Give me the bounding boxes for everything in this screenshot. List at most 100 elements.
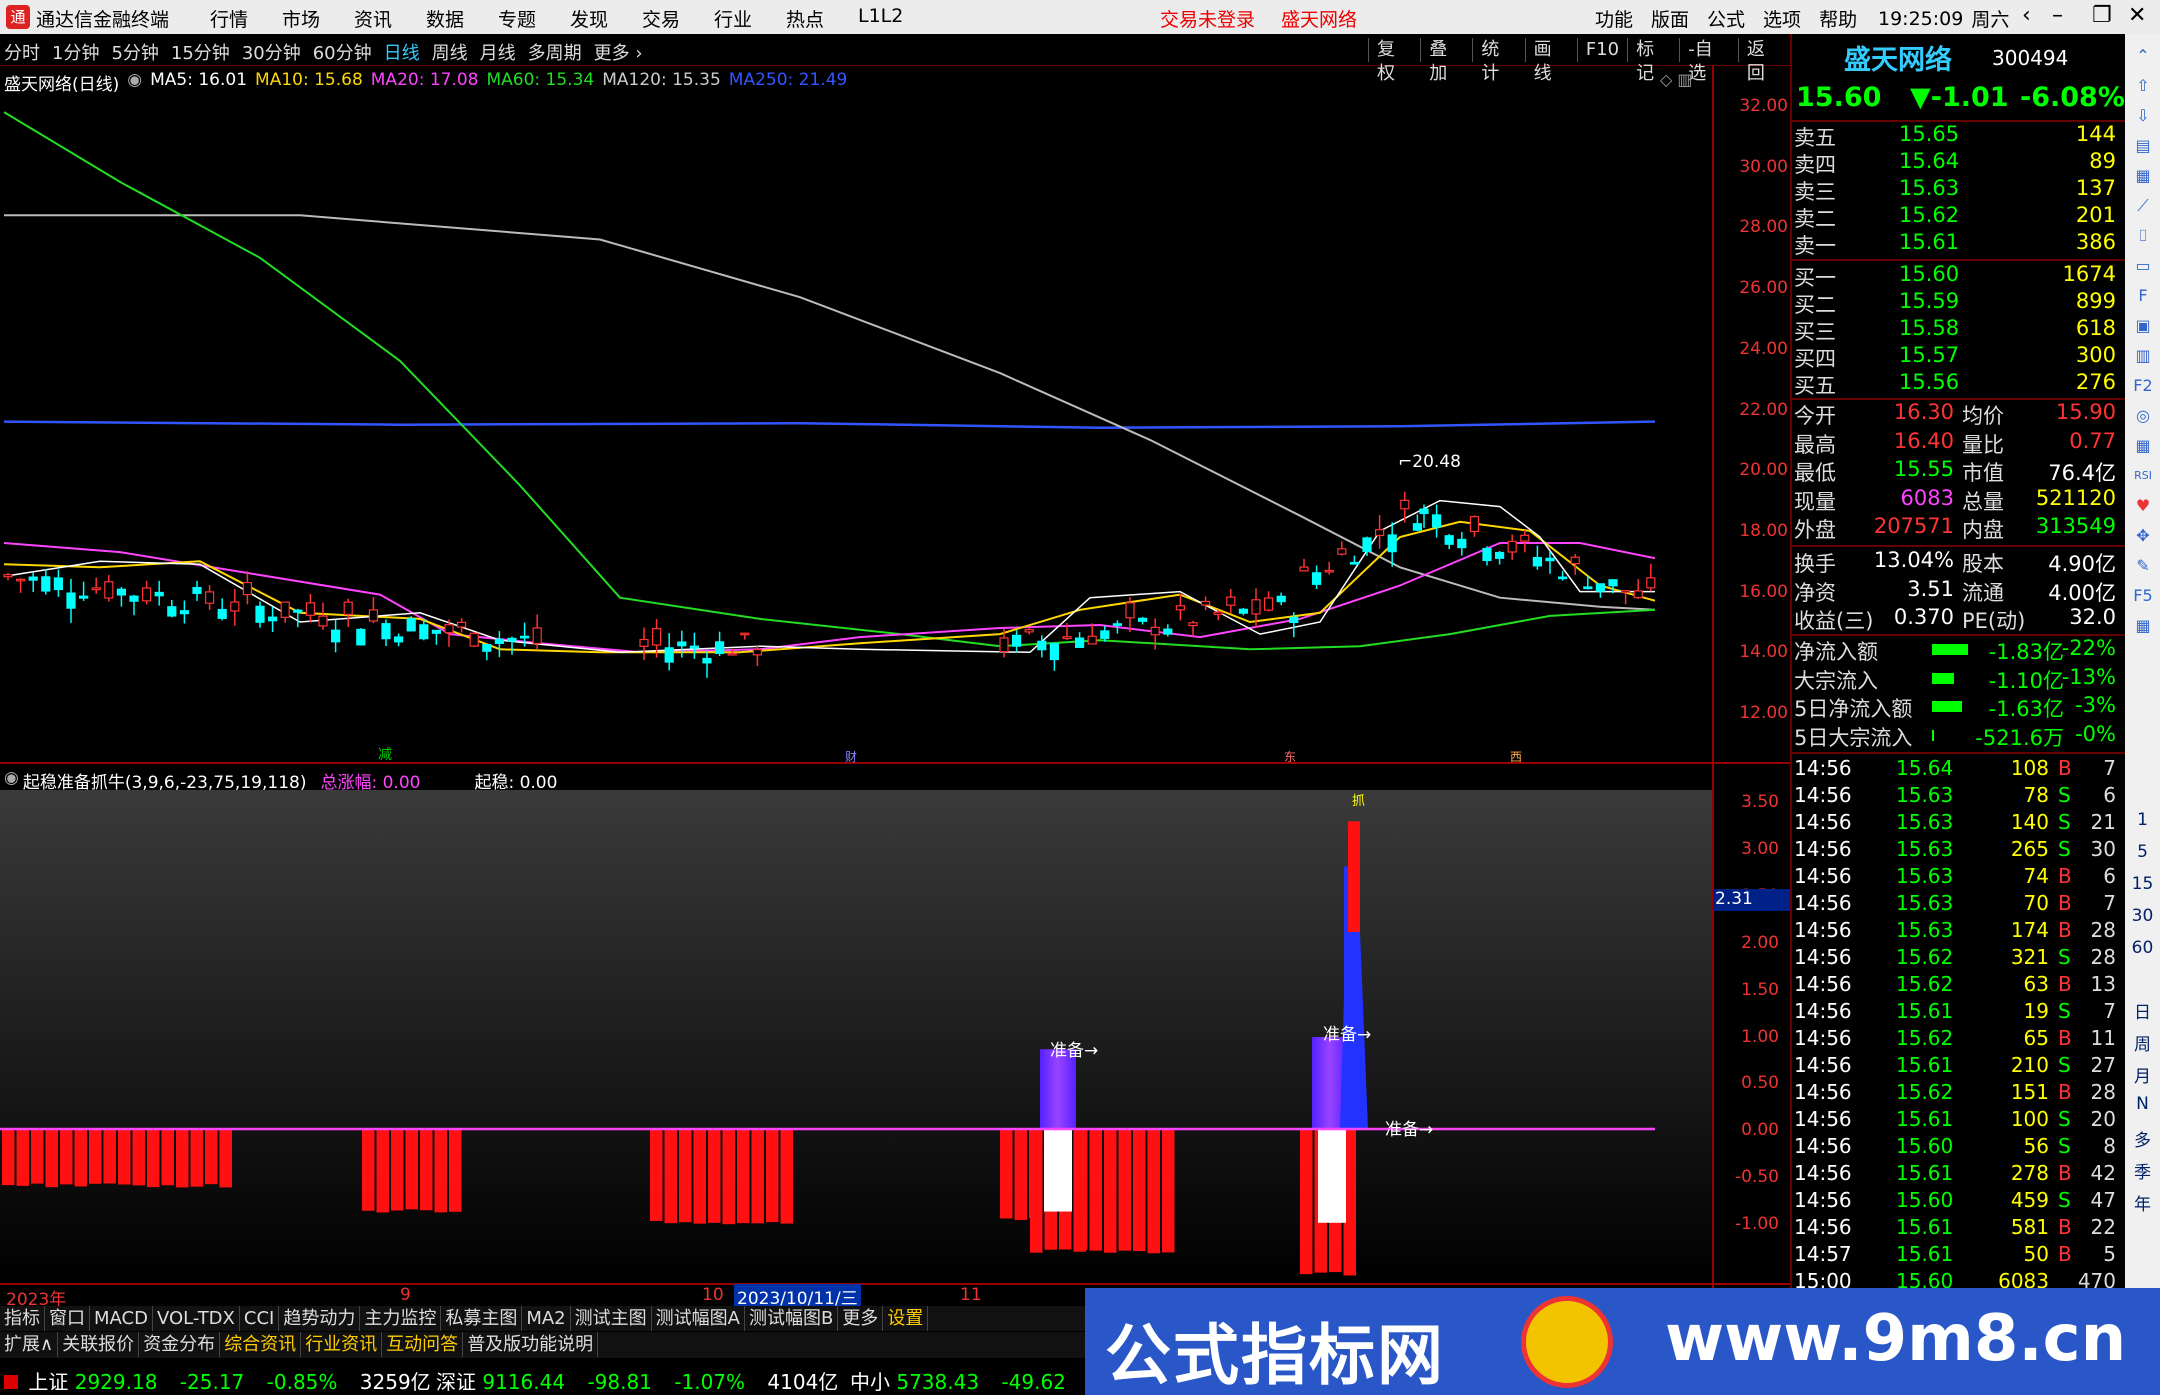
period-tab[interactable]: 60分钟 xyxy=(313,39,372,65)
move-icon[interactable]: ✥ xyxy=(2131,524,2155,548)
tool-button[interactable]: 统计 xyxy=(1472,38,1524,62)
period-tab[interactable]: 分时 xyxy=(4,39,40,65)
legend-toggle-icon[interactable]: ◉ xyxy=(127,70,142,95)
period-shortcut[interactable]: 年 xyxy=(2125,1190,2160,1215)
menu-options[interactable]: 选项 xyxy=(1763,5,1801,32)
menu-item[interactable]: 热点 xyxy=(786,5,858,32)
indicator-tab[interactable]: MACD xyxy=(90,1306,153,1331)
index-shenzhen[interactable]: 深证 9116.44 -98.81 -1.07% 4104亿 xyxy=(436,1366,838,1395)
chart-area[interactable] xyxy=(0,66,1790,1306)
info-tab[interactable]: 资金分布 xyxy=(139,1332,220,1357)
indicator-tab[interactable]: 更多 xyxy=(838,1306,883,1331)
tool-button[interactable]: 画线 xyxy=(1525,38,1577,62)
tick-row[interactable]: 14:56 15.62 151 B 28 xyxy=(1794,1080,2124,1107)
chart-icon[interactable]: ⟋ xyxy=(2131,194,2155,218)
down-icon[interactable]: ⇩ xyxy=(2131,104,2155,128)
period-shortcut[interactable]: 日 xyxy=(2125,998,2160,1023)
tick-row[interactable]: 14:56 15.61 210 S 27 xyxy=(1794,1053,2124,1080)
tool-button[interactable]: 标记 xyxy=(1627,38,1679,62)
tick-row[interactable]: 14:56 15.61 278 B 42 xyxy=(1794,1161,2124,1188)
indicator-tab[interactable]: 趋势动力 xyxy=(279,1306,360,1331)
order-book-row[interactable]: 卖五 15.65 144 xyxy=(1794,122,2124,149)
tick-row[interactable]: 14:56 15.61 100 S 20 xyxy=(1794,1107,2124,1134)
period-tab[interactable]: 1分钟 xyxy=(52,39,99,65)
pane-collapse-icon[interactable]: ◇ ▥ xyxy=(1660,70,1693,89)
menu-formula[interactable]: 公式 xyxy=(1707,5,1745,32)
indicator-tab[interactable]: 指标 xyxy=(0,1306,45,1331)
page-icon[interactable]: ▣ xyxy=(2131,314,2155,338)
info-tab[interactable]: 综合资讯 xyxy=(220,1332,301,1357)
info-tab[interactable]: 关联报价 xyxy=(58,1332,139,1357)
indicator-tab[interactable]: 私募主图 xyxy=(441,1306,522,1331)
period-shortcut[interactable]: 15 xyxy=(2125,874,2160,894)
tick-row[interactable]: 14:56 15.64 108 B 7 xyxy=(1794,756,2124,783)
menu-item[interactable]: 行业 xyxy=(714,5,786,32)
pen-icon[interactable]: ✎ xyxy=(2131,554,2155,578)
indicator-tab[interactable]: VOL-TDX xyxy=(153,1306,240,1331)
period-shortcut[interactable]: 多 xyxy=(2125,1126,2160,1151)
order-book-row[interactable]: 卖四 15.64 89 xyxy=(1794,149,2124,176)
trade-login-status[interactable]: 交易未登录 xyxy=(1160,5,1255,32)
tick-row[interactable]: 14:56 15.62 63 B 13 xyxy=(1794,972,2124,999)
tool-button[interactable]: F10 xyxy=(1577,38,1627,62)
indicator-tab[interactable]: MA2 xyxy=(522,1306,570,1331)
up-icon[interactable]: ⇧ xyxy=(2131,74,2155,98)
menu-item[interactable]: 资讯 xyxy=(354,5,426,32)
order-book-row[interactable]: 买一 15.60 1674 xyxy=(1794,262,2124,289)
grid-icon[interactable]: ▦ xyxy=(2131,164,2155,188)
list-icon[interactable]: ▤ xyxy=(2131,134,2155,158)
period-shortcut[interactable]: 1 xyxy=(2125,810,2160,830)
tick-row[interactable]: 14:56 15.63 74 B 6 xyxy=(1794,864,2124,891)
period-shortcut[interactable]: 周 xyxy=(2125,1030,2160,1055)
tick-row[interactable]: 14:56 15.63 140 S 21 xyxy=(1794,810,2124,837)
tool-button[interactable]: 返回 xyxy=(1738,38,1790,62)
grid2-icon[interactable]: ▦ xyxy=(2131,434,2155,458)
order-book-row[interactable]: 买二 15.59 899 xyxy=(1794,289,2124,316)
period-shortcut[interactable]: 5 xyxy=(2125,842,2160,862)
heart-icon[interactable]: ♥ xyxy=(2131,494,2155,518)
indicator-toggle-icon[interactable]: ◉ xyxy=(4,768,19,793)
indicator-tab[interactable]: 窗口 xyxy=(45,1306,90,1331)
period-tab[interactable]: 30分钟 xyxy=(242,39,301,65)
period-shortcut[interactable]: 60 xyxy=(2125,938,2160,958)
indicator-tab[interactable]: 测试幅图B xyxy=(745,1306,838,1331)
order-book-row[interactable]: 买四 15.57 300 xyxy=(1794,343,2124,370)
indicator-title[interactable]: 起稳准备抓牛(3,9,6,-23,75,19,118) xyxy=(23,768,307,793)
tool-button[interactable]: 复权 xyxy=(1368,38,1420,62)
period-shortcut[interactable]: N xyxy=(2125,1094,2160,1114)
stock-name[interactable]: 盛天网络 xyxy=(1844,38,1952,77)
menu-item[interactable]: 市场 xyxy=(282,5,354,32)
menu-item[interactable]: 交易 xyxy=(642,5,714,32)
indicator-tab[interactable]: 主力监控 xyxy=(360,1306,441,1331)
menu-help[interactable]: 帮助 xyxy=(1819,5,1857,32)
circle-icon[interactable]: ◎ xyxy=(2131,404,2155,428)
info-tab[interactable]: 互动问答 xyxy=(382,1332,463,1357)
tool-button[interactable]: 叠加 xyxy=(1420,38,1472,62)
info-tab[interactable]: 普及版功能说明 xyxy=(463,1332,598,1357)
event-marker[interactable]: 减 xyxy=(378,744,392,764)
period-tab[interactable]: 15分钟 xyxy=(171,39,230,65)
period-shortcut[interactable]: 月 xyxy=(2125,1062,2160,1087)
menu-layout[interactable]: 版面 xyxy=(1651,5,1689,32)
menu-item[interactable]: 数据 xyxy=(426,5,498,32)
restore-icon[interactable]: ❐ xyxy=(2092,3,2112,28)
order-book-row[interactable]: 卖二 15.62 201 xyxy=(1794,203,2124,230)
period-shortcut[interactable]: 30 xyxy=(2125,906,2160,926)
tick-row[interactable]: 14:56 15.63 70 B 7 xyxy=(1794,891,2124,918)
news-icon[interactable]: ▥ xyxy=(2131,344,2155,368)
index-shanghai[interactable]: 上证 2929.18 -25.17 -0.85% 3259亿 xyxy=(4,1366,431,1395)
order-book-row[interactable]: 买三 15.58 618 xyxy=(1794,316,2124,343)
order-book-row[interactable]: 卖一 15.61 386 xyxy=(1794,230,2124,257)
tick-row[interactable]: 14:56 15.63 174 B 28 xyxy=(1794,918,2124,945)
close-icon[interactable]: ✕ xyxy=(2128,3,2146,28)
indicator-tab[interactable]: 测试幅图A xyxy=(652,1306,745,1331)
doc-icon[interactable]: ▭ xyxy=(2131,254,2155,278)
up-arrow-icon[interactable]: ⌃ xyxy=(2131,44,2155,68)
order-book-row[interactable]: 卖三 15.63 137 xyxy=(1794,176,2124,203)
indicator-tab[interactable]: CCI xyxy=(240,1306,279,1331)
period-tab[interactable]: 月线 xyxy=(480,39,516,65)
event-marker[interactable]: 东 xyxy=(1284,748,1296,765)
menu-item[interactable]: L1L2 xyxy=(858,5,930,32)
info-tab[interactable]: 扩展∧ xyxy=(0,1332,58,1357)
back-arrow-icon[interactable]: ‹ xyxy=(2022,3,2031,28)
